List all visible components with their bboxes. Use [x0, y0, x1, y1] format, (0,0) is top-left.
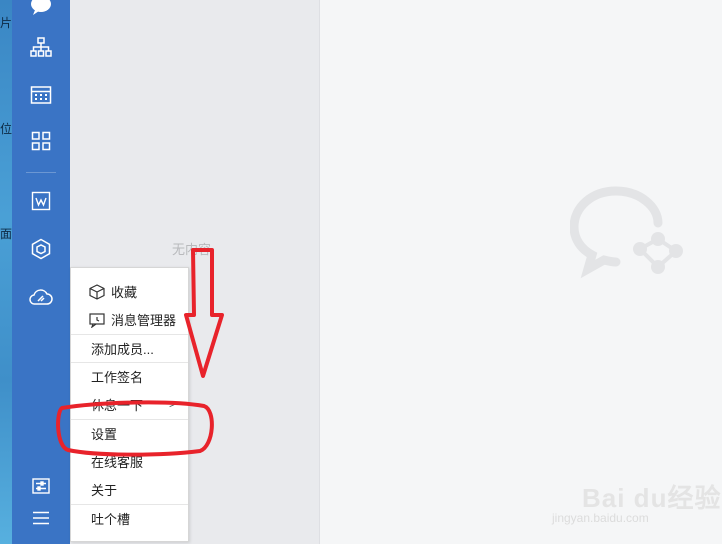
main-menu-popup: 收藏 消息管理器 添加成员... 工作签名 休息一下 > 设置 在线客服 关于 … [70, 267, 189, 542]
box-icon [89, 284, 105, 300]
menu-hamburger-icon[interactable] [26, 503, 56, 533]
desktop-label: 片 [0, 16, 13, 30]
org-chart-icon[interactable] [26, 32, 56, 62]
menu-item-favorites[interactable]: 收藏 [71, 278, 188, 304]
menu-item-online-support[interactable]: 在线客服 [71, 448, 188, 474]
document-w-icon[interactable] [26, 186, 56, 216]
empty-state-text: 无内容 [172, 242, 212, 257]
chat-icon[interactable] [26, 0, 56, 20]
hexagon-cube-icon[interactable] [26, 234, 56, 264]
message-monitor-icon [89, 313, 105, 328]
menu-item-take-break[interactable]: 休息一下 > [71, 391, 188, 417]
desktop-label: 面 [0, 227, 13, 241]
baidu-watermark: Bai du经验 [582, 483, 722, 513]
menu-item-work-signature[interactable]: 工作签名 [71, 363, 188, 389]
apps-grid-icon[interactable] [26, 126, 56, 156]
chevron-right-icon: > [168, 397, 176, 411]
desktop-background [0, 0, 12, 544]
menu-item-settings[interactable]: 设置 [71, 420, 188, 446]
nav-divider [26, 172, 56, 173]
nav-sidebar [12, 0, 70, 544]
desktop-label: 位 [0, 122, 13, 136]
baidu-watermark-url: jingyan.baidu.com [552, 511, 649, 525]
menu-item-add-member[interactable]: 添加成员... [71, 335, 188, 361]
chat-area [320, 0, 722, 544]
menu-item-message-manager[interactable]: 消息管理器 [71, 306, 188, 332]
calendar-icon[interactable] [26, 80, 56, 110]
menu-item-about[interactable]: 关于 [71, 476, 188, 502]
chat-placeholder-logo-icon [570, 186, 683, 279]
settings-sliders-icon[interactable] [26, 471, 56, 501]
menu-item-feedback[interactable]: 吐个槽 [71, 505, 188, 531]
cloud-disk-icon[interactable] [26, 282, 56, 312]
